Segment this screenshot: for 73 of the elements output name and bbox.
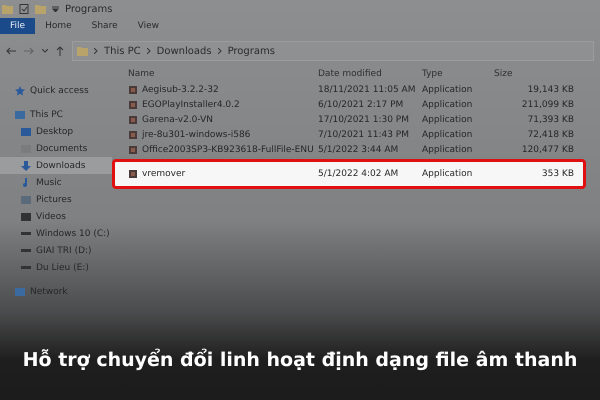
caret-icon[interactable] bbox=[52, 6, 59, 12]
file-row[interactable]: EGOPlayInstaller4.0.2 6/10/2021 2:17 PM Application 211,099 KB bbox=[112, 97, 586, 112]
file-name: Garena-v2.0-VN bbox=[142, 114, 214, 124]
date-cell-text: 7/10/2021 11:43 PM bbox=[318, 130, 410, 140]
date-cell-text: 5/1/2022 4:02 AM bbox=[318, 169, 400, 179]
folder-icon bbox=[2, 4, 13, 14]
type-cell-text: Application bbox=[422, 144, 474, 154]
file-name: Aegisub-3.2.2-32 bbox=[142, 84, 219, 94]
sidebar-item[interactable]: Windows 10 (C:) bbox=[0, 225, 112, 242]
sidebar-item[interactable]: This PC bbox=[0, 106, 112, 123]
sidebar-item[interactable]: Documents bbox=[0, 140, 112, 157]
size-cell-text: 72,418 KB bbox=[526, 130, 574, 140]
size-cell-text: 120,477 KB bbox=[520, 144, 574, 154]
chevron-icon bbox=[218, 48, 222, 54]
file-row[interactable]: vremover 5/1/2022 4:02 AM Application 353 KB bbox=[112, 159, 586, 189]
breadcrumb[interactable]: Downloads bbox=[156, 46, 212, 56]
date-cell-text: 6/10/2021 2:17 PM bbox=[318, 100, 404, 110]
ribbon-tab[interactable]: Share bbox=[82, 18, 128, 34]
chevron-icon[interactable] bbox=[42, 49, 48, 53]
size-cell-text: 71,393 KB bbox=[526, 114, 574, 124]
type-cell-text: Application bbox=[422, 84, 474, 94]
file-name: jre-8u301-windows-i586 bbox=[142, 130, 250, 140]
file-row[interactable]: Office2003SP3-KB923618-FullFile-ENU 5/1/2022 3:44 AM Application 120,477 KB bbox=[112, 142, 586, 157]
size-cell-text: 211,099 KB bbox=[520, 100, 574, 110]
caption: Hỗ trợ chuyển đổi linh hoạt định dạng file âm thanh bbox=[22, 349, 578, 371]
type-cell-text: Application bbox=[422, 169, 474, 179]
sidebar-item[interactable]: Desktop bbox=[0, 123, 112, 140]
address-bar[interactable]: This PC Downloads Programs bbox=[72, 41, 594, 61]
file-name: Office2003SP3-KB923618-FullFile-ENU bbox=[142, 144, 314, 154]
column-header[interactable]: Name bbox=[128, 69, 318, 79]
column-header[interactable]: Type bbox=[422, 69, 494, 79]
size-cell-text: 353 KB bbox=[540, 169, 574, 179]
column-header[interactable]: Date modified bbox=[318, 69, 422, 79]
column-header[interactable]: Size bbox=[494, 69, 574, 79]
date-cell-text: 18/11/2021 11:05 AM bbox=[318, 84, 416, 94]
ribbon-tab[interactable]: View bbox=[128, 18, 169, 34]
sidebar-item[interactable]: Music bbox=[0, 174, 112, 191]
ribbon-tab[interactable]: File bbox=[0, 18, 36, 34]
new-folder-icon bbox=[35, 4, 46, 14]
back-icon[interactable] bbox=[6, 47, 16, 55]
properties-icon[interactable] bbox=[19, 4, 29, 14]
file-name: vremover bbox=[142, 169, 186, 179]
download-icon bbox=[21, 160, 31, 170]
file-row[interactable]: Garena-v2.0-VN 17/10/2021 1:30 PM Application 71,393 KB bbox=[112, 112, 586, 127]
type-cell-text: Application bbox=[422, 100, 474, 110]
sidebar-item[interactable]: Videos bbox=[0, 208, 112, 225]
breadcrumb[interactable]: Programs bbox=[228, 46, 275, 56]
file-row[interactable]: Aegisub-3.2.2-32 18/11/2021 11:05 AM Application 19,143 KB bbox=[112, 82, 586, 97]
size-cell-text: 19,143 KB bbox=[526, 84, 574, 94]
file-name: EGOPlayInstaller4.0.2 bbox=[142, 100, 240, 110]
breadcrumb[interactable]: This PC bbox=[104, 46, 141, 56]
type-cell-text: Application bbox=[422, 114, 474, 124]
file-row[interactable]: jre-8u301-windows-i586 7/10/2021 11:43 PM Application 72,418 KB bbox=[112, 127, 586, 142]
ribbon-tab[interactable]: Home bbox=[35, 18, 82, 34]
chevron-icon bbox=[146, 48, 151, 54]
sidebar-item[interactable]: Quick access bbox=[0, 82, 112, 99]
sidebar-item[interactable]: GIAI TRI (D:) bbox=[0, 242, 112, 259]
sidebar-item[interactable]: Du Lieu (E:) bbox=[0, 259, 112, 276]
sidebar-item[interactable]: Downloads bbox=[0, 157, 112, 174]
date-cell-text: 17/10/2021 1:30 PM bbox=[318, 114, 410, 124]
drive-icon bbox=[21, 249, 31, 252]
star-icon bbox=[15, 86, 25, 96]
drive-icon bbox=[21, 232, 31, 235]
up-icon[interactable] bbox=[56, 46, 64, 56]
type-cell-text: Application bbox=[422, 130, 474, 140]
desktop-icon bbox=[21, 126, 31, 136]
folder-icon bbox=[77, 46, 88, 56]
window-title: Programs bbox=[65, 4, 112, 14]
application-icon bbox=[128, 169, 138, 179]
chevron-icon bbox=[94, 48, 98, 54]
drive-icon bbox=[21, 266, 31, 269]
sidebar-item[interactable]: Pictures bbox=[0, 191, 112, 208]
date-cell-text: 5/1/2022 3:44 AM bbox=[318, 144, 400, 154]
